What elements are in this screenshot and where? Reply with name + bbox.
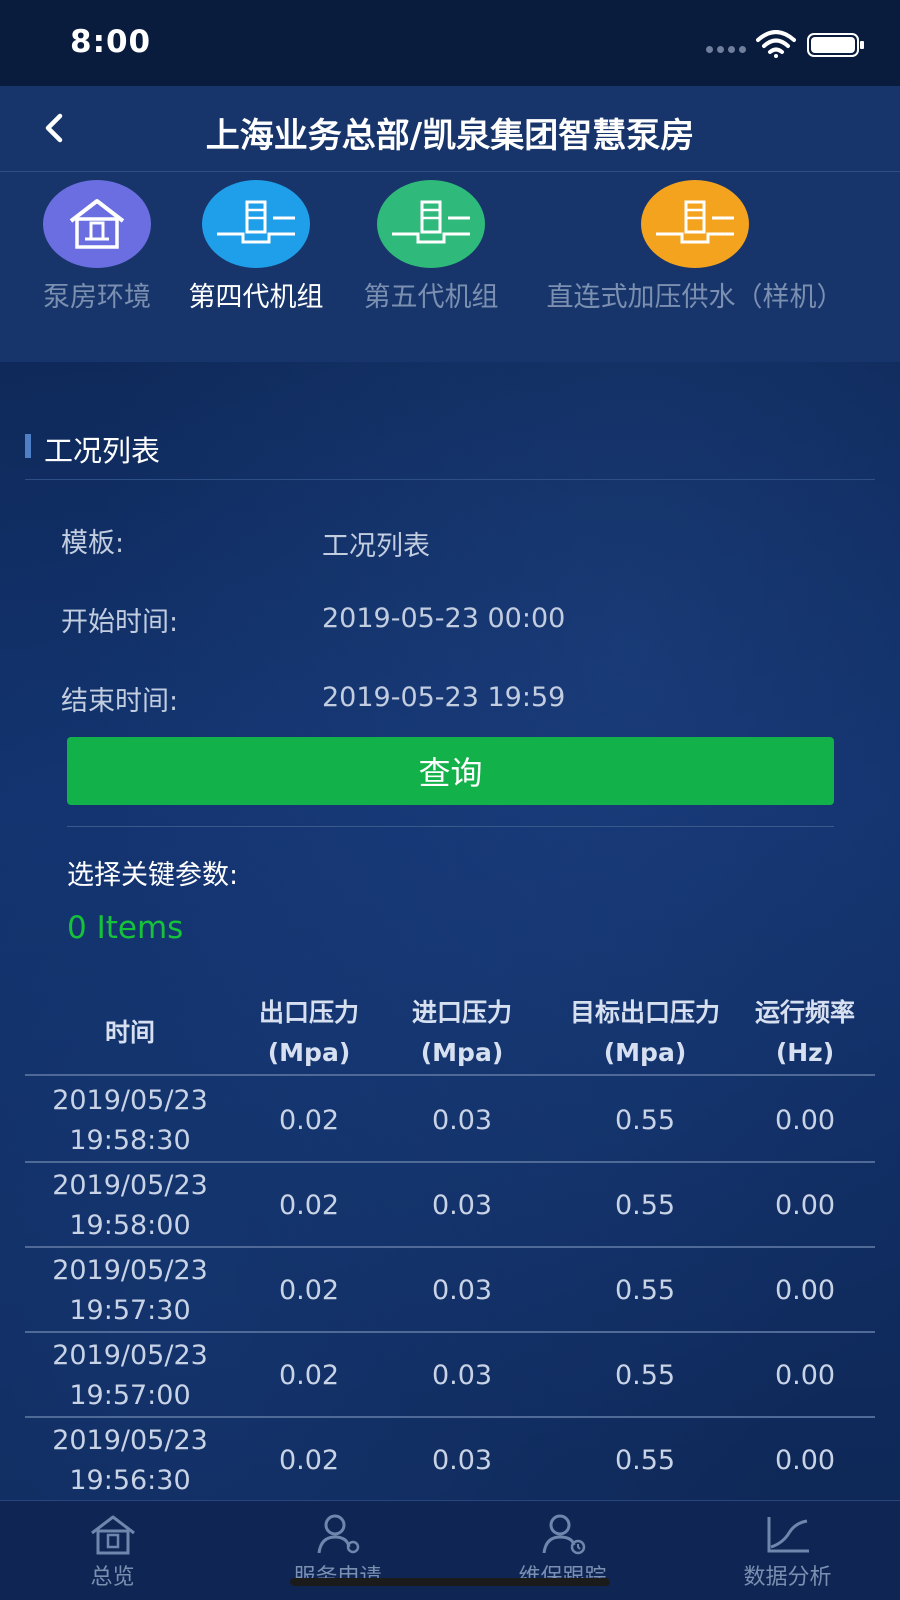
nav-label: 维保跟踪 (450, 1559, 675, 1591)
column-header-outlet-pressure: 出口压力(Mpa) (258, 998, 359, 1067)
page-title: 上海业务总部/凯泉集团智慧泵房 (205, 116, 695, 156)
tab-pump-room-environment[interactable]: 泵房环境 (37, 180, 157, 318)
cell-outlet-pressure: 0.02 (278, 1274, 340, 1306)
end-time-label: 结束时间: (61, 686, 179, 717)
cell-target-pressure: 0.55 (614, 1189, 676, 1221)
end-time-value[interactable]: 2019-05-23 19:59 (322, 682, 565, 713)
nav-label: 总览 (90, 1565, 135, 1590)
cell-time: 2019/05/23 19:58:30 (52, 1084, 208, 1156)
table-row: 2019/05/23 19:57:30 0.02 0.03 0.55 0.00 (25, 1248, 875, 1333)
form-divider (67, 826, 834, 827)
status-bar: 8:00 (0, 0, 900, 86)
section-divider (25, 479, 875, 480)
cell-target-pressure: 0.55 (614, 1359, 676, 1391)
column-header-run-frequency: 运行频率(Hz) (754, 998, 855, 1067)
tab-label: 泵房环境 (43, 282, 151, 313)
category-tabs: 泵房环境 第四代机组 第五代机组 直连式加压供水（样机） (0, 172, 900, 362)
cell-inlet-pressure: 0.03 (431, 1189, 493, 1221)
tab-direct-pressurized-supply[interactable]: 直连式加压供水（样机） (540, 180, 850, 318)
home-indicator (290, 1578, 610, 1586)
cell-outlet-pressure: 0.02 (278, 1359, 340, 1391)
cell-outlet-pressure: 0.02 (278, 1189, 340, 1221)
cell-target-pressure: 0.55 (614, 1444, 676, 1476)
table-row: 2019/05/23 19:58:00 0.02 0.03 0.55 0.00 (25, 1163, 875, 1248)
tab-fifth-gen-unit[interactable]: 第五代机组 (361, 180, 501, 318)
cell-time: 2019/05/23 19:57:30 (52, 1254, 208, 1326)
nav-overview[interactable]: 总览 (0, 1501, 225, 1600)
query-button[interactable]: 查询 (67, 737, 834, 805)
template-label: 模板: (61, 528, 125, 559)
pump-house-icon (43, 180, 151, 268)
cell-inlet-pressure: 0.03 (431, 1104, 493, 1136)
template-value[interactable]: 工况列表 (322, 524, 430, 563)
home-icon (91, 1515, 135, 1555)
cell-frequency: 0.00 (774, 1359, 836, 1391)
cell-frequency: 0.00 (774, 1189, 836, 1221)
tab-label: 第五代机组 (363, 282, 499, 313)
table-row: 2019/05/23 19:56:30 0.02 0.03 0.55 0.00 (25, 1418, 875, 1503)
start-time-value[interactable]: 2019-05-23 00:00 (322, 603, 565, 634)
data-analysis-icon (767, 1517, 809, 1553)
column-header-inlet-pressure: 进口压力(Mpa) (411, 998, 512, 1067)
cell-time: 2019/05/23 19:57:00 (52, 1339, 208, 1411)
cell-frequency: 0.00 (774, 1274, 836, 1306)
pump-unit-icon (377, 180, 485, 268)
cell-inlet-pressure: 0.03 (431, 1359, 493, 1391)
maintenance-tracking-icon (542, 1514, 586, 1555)
nav-data-analysis[interactable]: 数据分析 (675, 1501, 900, 1600)
nav-label: 服务申请 (225, 1559, 450, 1591)
service-request-icon (317, 1514, 360, 1554)
pump-unit-icon (641, 180, 749, 268)
pump-unit-icon (202, 180, 310, 268)
cell-inlet-pressure: 0.03 (431, 1444, 493, 1476)
nav-label: 数据分析 (743, 1565, 832, 1590)
cell-target-pressure: 0.55 (614, 1274, 676, 1306)
table-row: 2019/05/23 19:58:30 0.02 0.03 0.55 0.00 (25, 1078, 875, 1163)
start-time-label: 开始时间: (61, 607, 179, 638)
nav-header: 上海业务总部/凯泉集团智慧泵房 (0, 86, 900, 172)
table-row: 2019/05/23 19:57:00 0.02 0.03 0.55 0.00 (25, 1333, 875, 1418)
battery-icon (807, 33, 864, 57)
key-params-label: 选择关键参数: (67, 860, 239, 891)
wifi-icon (756, 30, 796, 58)
section-title: 工况列表 (44, 434, 161, 468)
cell-inlet-pressure: 0.03 (431, 1274, 493, 1306)
cell-frequency: 0.00 (774, 1104, 836, 1136)
status-time: 8:00 (70, 24, 152, 60)
signal-icon (706, 46, 746, 53)
section-title-marker (25, 434, 31, 458)
cell-outlet-pressure: 0.02 (278, 1104, 340, 1136)
cell-time: 2019/05/23 19:58:00 (52, 1169, 208, 1241)
tab-fourth-gen-unit[interactable]: 第四代机组 (186, 180, 326, 318)
tab-label: 第四代机组 (188, 282, 324, 313)
column-header-time: 时间 (104, 1018, 155, 1047)
cell-outlet-pressure: 0.02 (278, 1444, 340, 1476)
cell-target-pressure: 0.55 (614, 1104, 676, 1136)
selected-items-count[interactable]: 0 Items (67, 910, 183, 946)
cell-time: 2019/05/23 19:56:30 (52, 1424, 208, 1496)
column-header-target-outlet-pressure: 目标出口压力(Mpa) (569, 998, 720, 1067)
tab-label: 直连式加压供水（样机） (546, 282, 844, 313)
table-header: 时间 出口压力(Mpa) 进口压力(Mpa) 目标出口压力(Mpa) 运行频率(… (25, 990, 875, 1076)
cell-frequency: 0.00 (774, 1444, 836, 1476)
